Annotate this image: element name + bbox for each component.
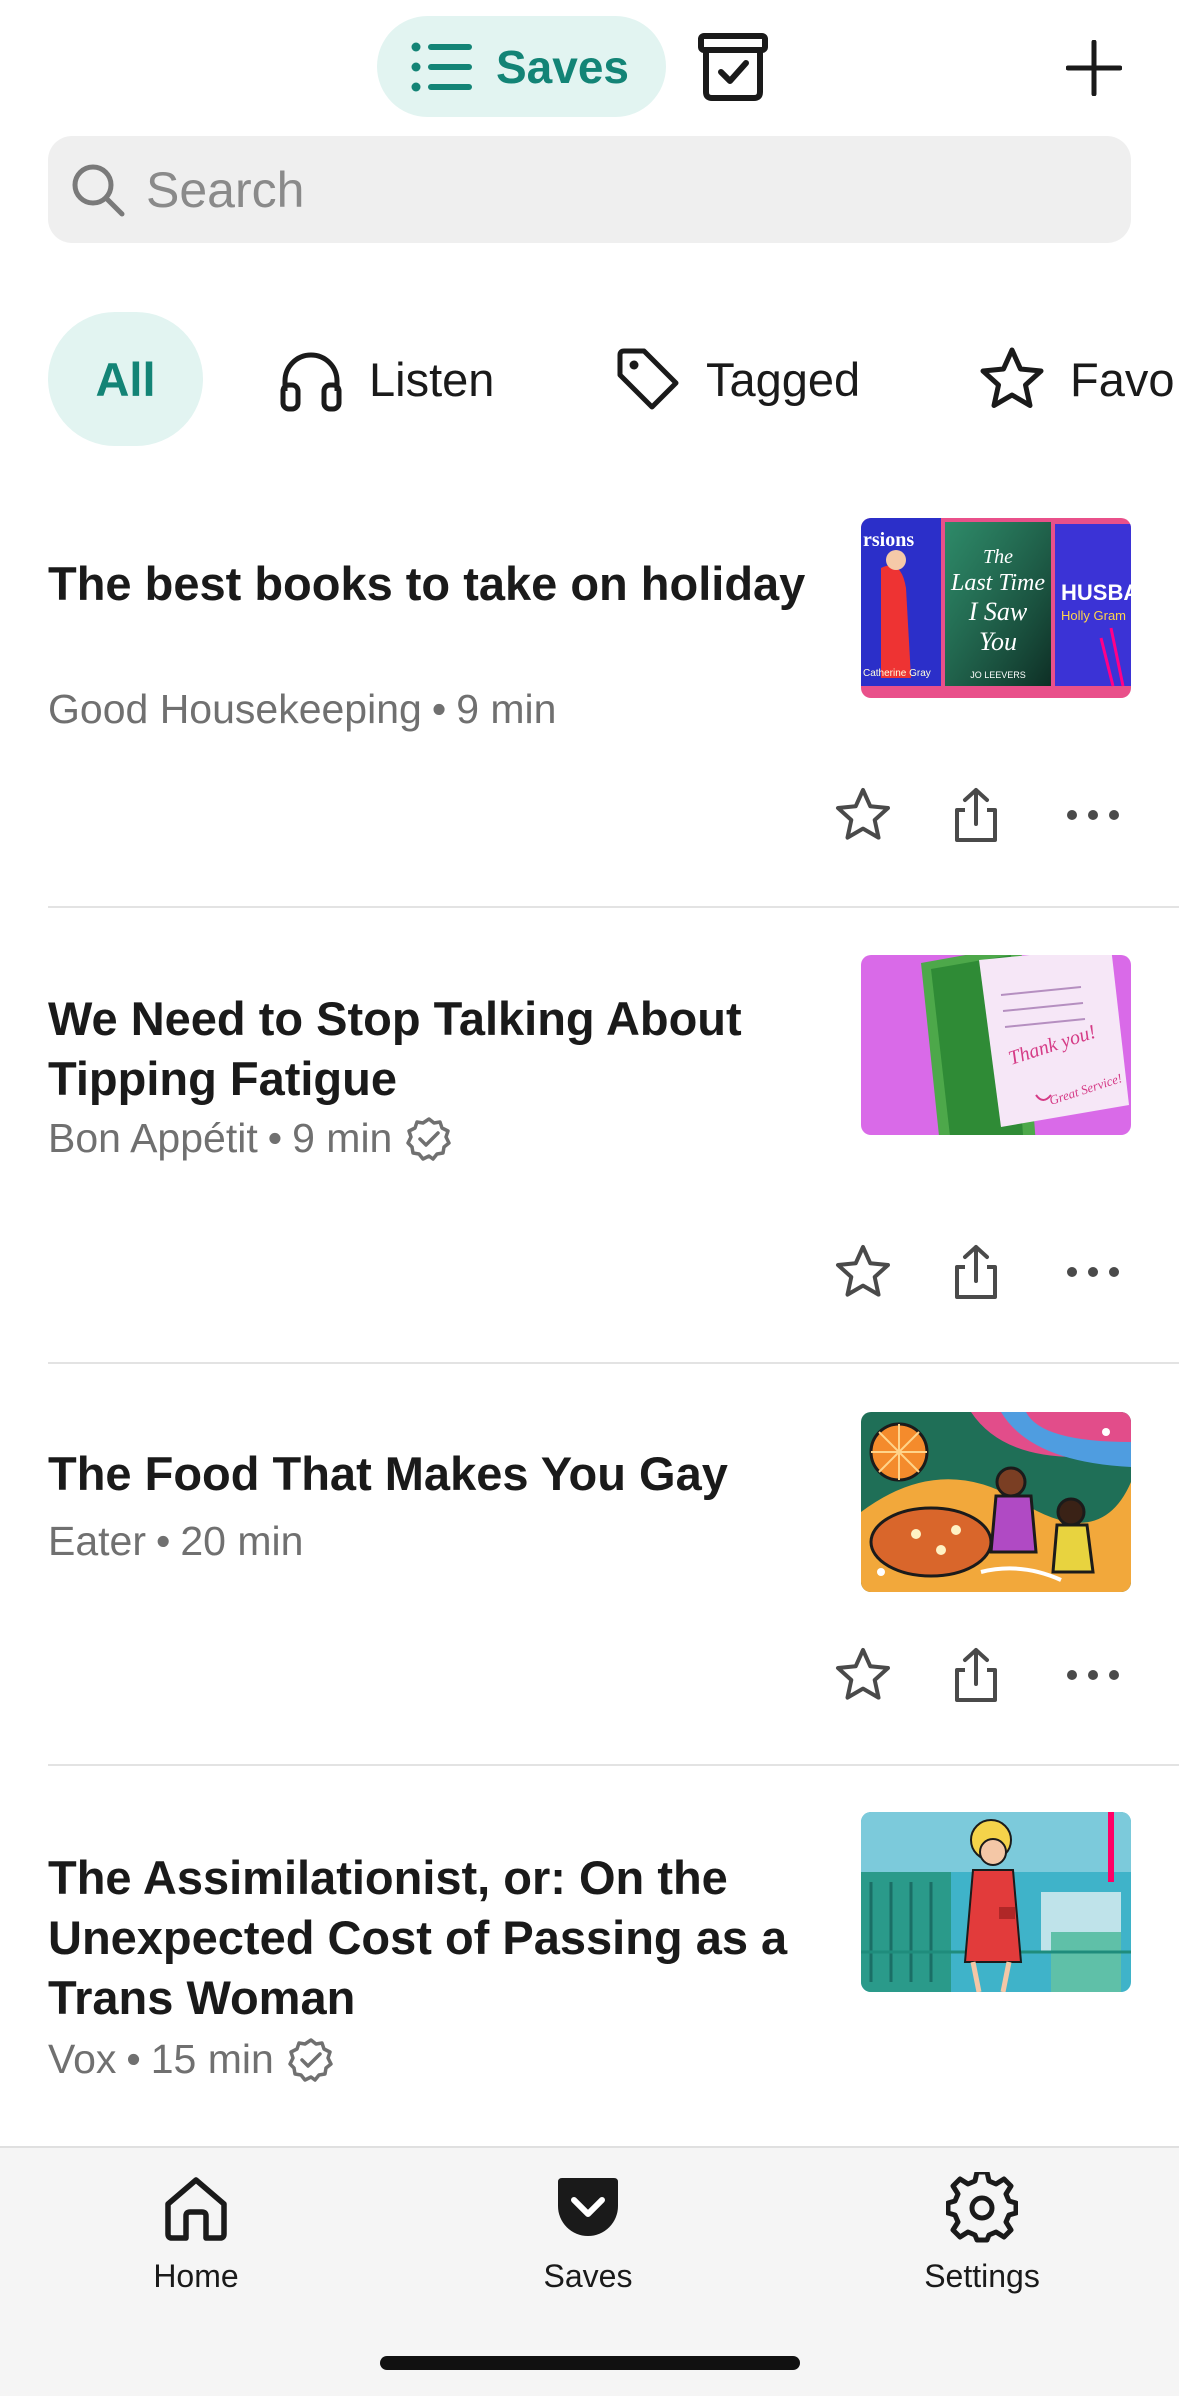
article-meta: Eater • 20 min	[48, 1518, 303, 1565]
share-icon	[955, 788, 997, 842]
share-button[interactable]	[941, 1237, 1011, 1307]
article-title[interactable]: The Food That Makes You Gay	[48, 1444, 808, 1504]
more-options-button[interactable]	[1058, 780, 1128, 850]
article-read-time: 9 min	[292, 1115, 393, 1161]
article-actions	[828, 1237, 1158, 1307]
article-card[interactable]: The Food That Makes You Gay Eater • 20 m…	[48, 1412, 1179, 1762]
books-thumbnail-image: rsions Catherine Gray The Last Time I Sa…	[861, 518, 1131, 698]
nav-saves[interactable]: Saves	[468, 2172, 708, 2302]
more-options-button[interactable]	[1058, 1640, 1128, 1710]
filter-all[interactable]: All	[48, 312, 203, 446]
nav-home-label: Home	[153, 2258, 239, 2294]
article-source: Good Housekeeping	[48, 686, 422, 732]
article-card[interactable]: The best books to take on holiday Good H…	[48, 518, 1179, 898]
headphones-icon	[280, 352, 342, 412]
star-icon	[836, 1648, 890, 1700]
meta-separator: •	[126, 2036, 141, 2082]
divider	[48, 1764, 1179, 1766]
more-icon	[1067, 810, 1119, 820]
thumb-text: HUSBA	[1061, 580, 1131, 605]
filter-listen[interactable]: Listen	[277, 312, 494, 446]
thumb-text: Catherine Gray	[863, 668, 931, 679]
more-options-button[interactable]	[1058, 1237, 1128, 1307]
article-source: Eater	[48, 1518, 146, 1564]
thumb-text: The	[983, 546, 1013, 568]
article-actions	[828, 780, 1158, 850]
thumb-text: Holly Gram	[1061, 608, 1126, 623]
article-thumbnail[interactable]	[861, 1812, 1131, 1992]
article-title[interactable]: The best books to take on holiday	[48, 554, 808, 614]
article-meta: Vox • 15 min	[48, 2036, 334, 2083]
filter-all-label: All	[95, 352, 156, 406]
article-actions	[828, 1640, 1158, 1710]
share-icon	[955, 1648, 997, 1702]
thumb-text: You	[979, 627, 1017, 656]
plus-icon[interactable]	[1066, 40, 1122, 96]
top-bar: Saves	[0, 0, 1179, 130]
saves-tab-label: Saves	[496, 40, 630, 93]
article-read-time: 20 min	[180, 1518, 304, 1564]
thumb-text: I Saw	[968, 597, 1028, 626]
search-icon	[72, 164, 125, 216]
article-title[interactable]: The Assimilationist, or: On the Unexpect…	[48, 1848, 808, 2028]
share-icon	[955, 1245, 997, 1299]
meta-separator: •	[156, 1518, 171, 1564]
home-indicator[interactable]	[380, 2356, 800, 2370]
article-card[interactable]: We Need to Stop Talking About Tipping Fa…	[48, 955, 1179, 1345]
article-source: Bon Appétit	[48, 1115, 258, 1161]
article-card[interactable]: The Assimilationist, or: On the Unexpect…	[48, 1812, 1179, 2142]
verified-icon	[288, 2037, 333, 2082]
saves-tab-button[interactable]: Saves	[377, 16, 666, 117]
filter-tagged[interactable]: Tagged	[614, 312, 860, 446]
nav-home[interactable]: Home	[76, 2172, 316, 2302]
gear-icon	[946, 2172, 1018, 2243]
search-bar[interactable]	[48, 136, 1131, 243]
nav-settings-label: Settings	[924, 2258, 1040, 2294]
list-icon	[411, 42, 472, 91]
article-title[interactable]: We Need to Stop Talking About Tipping Fa…	[48, 989, 808, 1109]
thumb-text: JO LEEVERS	[970, 670, 1026, 680]
article-thumbnail[interactable]: rsions Catherine Gray The Last Time I Sa…	[861, 518, 1131, 698]
meta-separator: •	[267, 1115, 283, 1161]
thumb-text: rsions	[863, 529, 914, 551]
share-button[interactable]	[941, 1640, 1011, 1710]
star-icon	[836, 1245, 890, 1297]
article-thumbnail[interactable]: Thank you! Great Service!	[861, 955, 1131, 1135]
favorite-button[interactable]	[828, 780, 898, 850]
more-icon	[1067, 1267, 1119, 1277]
filter-chips: All Listen Tagged Favo	[48, 312, 1179, 446]
filter-favorites-label: Favo	[1070, 352, 1175, 406]
article-meta: Good Housekeeping • 9 min	[48, 686, 556, 733]
archive-icon[interactable]	[697, 32, 769, 102]
watercolor-thumbnail-image	[861, 1812, 1131, 1992]
tag-icon	[617, 348, 679, 410]
pocket-icon	[558, 2178, 618, 2236]
filter-listen-label: Listen	[369, 352, 495, 406]
share-button[interactable]	[941, 780, 1011, 850]
filter-favorites[interactable]: Favo	[978, 312, 1175, 446]
more-icon	[1067, 1670, 1119, 1680]
star-icon	[836, 788, 890, 840]
verified-icon	[406, 1116, 452, 1161]
favorite-button[interactable]	[828, 1640, 898, 1710]
filter-tagged-label: Tagged	[706, 352, 861, 406]
divider	[48, 906, 1179, 908]
meta-separator: •	[431, 686, 447, 732]
favorite-button[interactable]	[828, 1237, 898, 1307]
article-thumbnail[interactable]	[861, 1412, 1131, 1592]
divider	[48, 1362, 1179, 1364]
article-read-time: 15 min	[150, 2036, 274, 2082]
nav-settings[interactable]: Settings	[862, 2172, 1102, 2302]
article-meta: Bon Appétit • 9 min	[48, 1115, 452, 1162]
thumb-text: Last Time	[950, 570, 1045, 596]
article-read-time: 9 min	[456, 686, 557, 732]
star-icon	[980, 347, 1044, 408]
receipt-thumbnail-image: Thank you! Great Service!	[861, 955, 1131, 1135]
home-icon	[165, 2177, 227, 2241]
article-source: Vox	[48, 2036, 117, 2082]
search-input[interactable]	[146, 160, 1046, 219]
food-illustration-thumbnail	[861, 1412, 1131, 1592]
nav-saves-label: Saves	[543, 2258, 633, 2294]
